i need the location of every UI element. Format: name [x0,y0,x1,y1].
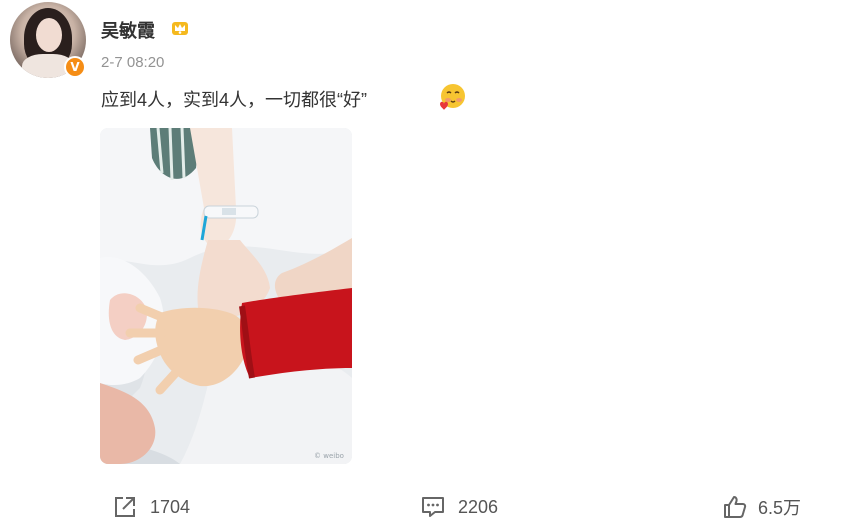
weibo-post: V 吴敏霞 2-7 08:20 应到4人，实到4人，一切都很“好” © weib… [0,0,864,529]
post-text: 应到4人，实到4人，一切都很“好” [101,90,368,110]
repost-count: 1704 [150,496,191,517]
comment-icon [422,497,444,517]
repost-button[interactable]: 1704 [112,493,190,521]
svg-text:© weibo: © weibo [314,452,344,460]
comment-button[interactable]: 2206 [420,493,498,521]
post-photo[interactable]: © weibo [100,128,352,464]
comment-count: 2206 [458,496,499,517]
crown-icon[interactable] [170,18,190,38]
photo-hands-illustration: © weibo [100,128,352,464]
username[interactable]: 吴敏霞 [101,17,155,43]
like-count: 6.5万 [758,498,802,518]
thumbs-up-icon [724,496,747,518]
avatar[interactable]: V [10,2,86,78]
like-button[interactable]: 6.5万 [722,493,801,521]
blush-heart-emoji-icon [440,84,465,110]
verified-badge-icon: V [64,56,86,78]
post-timestamp[interactable]: 2-7 08:20 [101,54,164,71]
share-icon [115,497,135,517]
